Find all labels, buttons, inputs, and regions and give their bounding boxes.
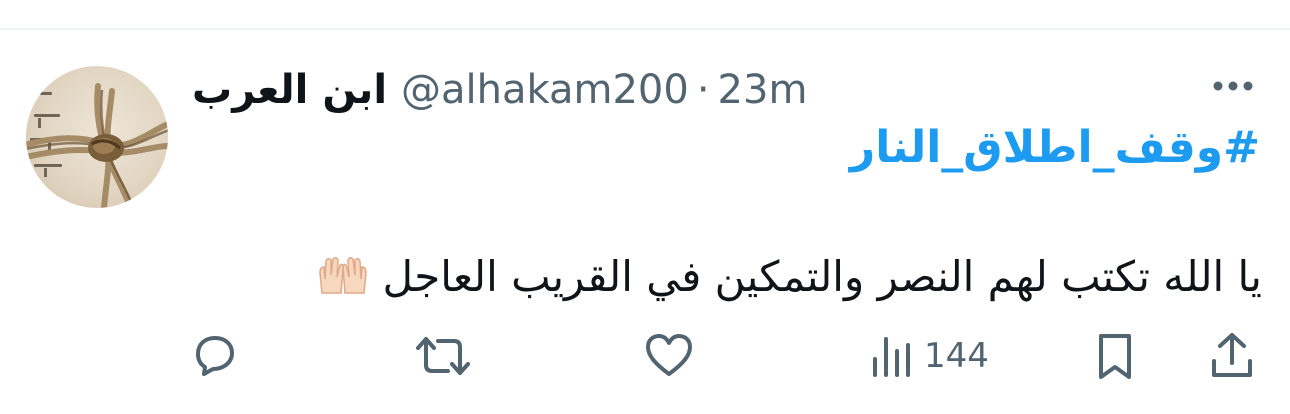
like-button[interactable] <box>644 330 694 382</box>
avatar-image <box>26 83 168 208</box>
views-count: 144 <box>924 336 989 376</box>
tweet-header: ابن العرب @alhakam200 · 23m <box>192 60 807 120</box>
tweet-body: يا الله تكتب لهم النصر والتمكين في القري… <box>316 252 1262 301</box>
retweet-button[interactable] <box>414 330 472 382</box>
like-icon <box>646 334 692 376</box>
reply-button[interactable] <box>190 330 240 382</box>
bookmark-icon <box>1099 334 1131 379</box>
author-display-name[interactable]: ابن العرب <box>192 67 387 113</box>
bookmark-button[interactable] <box>1094 330 1136 382</box>
avatar[interactable] <box>26 66 168 208</box>
tweet-text: يا الله تكتب لهم النصر والتمكين في القري… <box>382 252 1262 301</box>
meta-separator: · <box>696 67 710 113</box>
reply-icon <box>196 336 234 376</box>
views-icon <box>873 337 910 377</box>
share-icon <box>1212 333 1252 377</box>
views-button[interactable]: 144 <box>870 330 989 382</box>
top-divider <box>0 28 1290 30</box>
retweet-icon <box>416 337 470 375</box>
more-icon[interactable] <box>1211 74 1255 98</box>
author-handle[interactable]: @alhakam200 <box>401 67 689 113</box>
hashtag-link[interactable]: #وقف_اطلاق_النار <box>850 122 1260 173</box>
share-button[interactable] <box>1208 330 1256 382</box>
tweet-timestamp[interactable]: 23m <box>718 67 808 113</box>
raised-hands-emoji-icon <box>316 255 370 299</box>
